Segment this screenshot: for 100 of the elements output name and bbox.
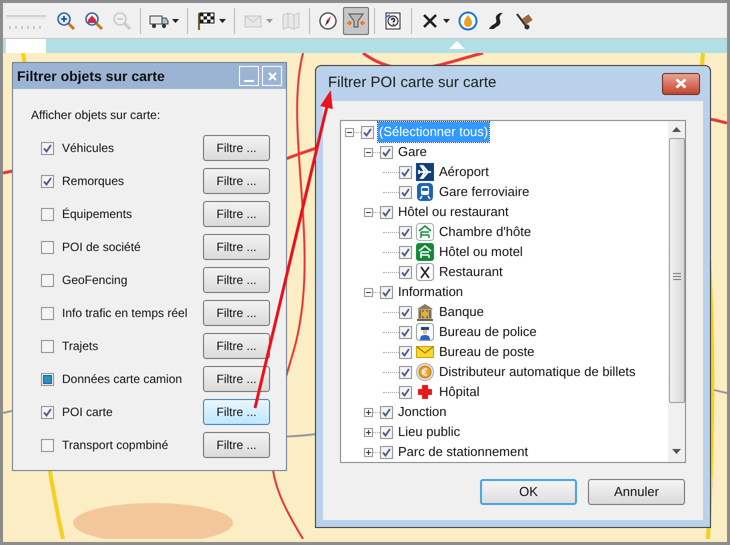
expand-toggle-icon[interactable] bbox=[364, 408, 373, 416]
filter-button[interactable]: Filtre ... bbox=[203, 366, 270, 392]
ok-button[interactable]: OK bbox=[480, 479, 577, 505]
caret-icon bbox=[172, 18, 179, 22]
checkbox[interactable] bbox=[380, 206, 393, 218]
coin-icon bbox=[416, 363, 434, 381]
grip-icon bbox=[672, 273, 680, 280]
tree-item[interactable]: Hôpital bbox=[438, 382, 480, 402]
hotel-bed-icon bbox=[416, 243, 434, 261]
dialog-heading: Afficher objets sur carte: bbox=[31, 108, 160, 122]
medical-cross-icon bbox=[416, 383, 434, 401]
checkbox[interactable] bbox=[361, 126, 374, 138]
tree-item[interactable]: Hôtel ou restaurant bbox=[397, 202, 510, 222]
checkbox[interactable] bbox=[399, 346, 412, 358]
collapse-toggle-icon[interactable] bbox=[364, 148, 373, 156]
checkbox[interactable] bbox=[41, 438, 54, 452]
close-icon bbox=[268, 72, 276, 80]
tree-item[interactable]: Bureau de police bbox=[438, 322, 538, 342]
compass-icon bbox=[318, 10, 338, 30]
minimize-icon bbox=[244, 80, 254, 82]
checkbox[interactable] bbox=[399, 186, 412, 198]
zoom-out-icon bbox=[112, 10, 132, 30]
checkbox-label: POI carte bbox=[62, 404, 114, 421]
checkbox[interactable] bbox=[399, 246, 412, 258]
checkbox-label: POI de société bbox=[62, 239, 142, 256]
checkbox-label: Transport copmbiné bbox=[62, 437, 170, 454]
magnifier-house-icon bbox=[84, 10, 104, 30]
checkbox[interactable] bbox=[41, 372, 54, 386]
collapse-toggle-icon[interactable] bbox=[345, 128, 354, 136]
checkbox[interactable] bbox=[41, 340, 54, 352]
filter-button[interactable]: Filtre ... bbox=[203, 399, 270, 425]
checkbox[interactable] bbox=[41, 208, 54, 220]
checkbox-label: Données carte camion bbox=[62, 371, 184, 388]
checkbox[interactable] bbox=[399, 386, 412, 398]
folded-map-icon bbox=[281, 10, 301, 30]
checkered-flag-icon bbox=[196, 10, 216, 30]
checkbox-label: Équipements bbox=[62, 206, 134, 223]
filter-button[interactable]: Filtre ... bbox=[203, 300, 270, 326]
scroll-up-icon[interactable] bbox=[672, 127, 681, 132]
airplane-icon bbox=[416, 163, 434, 181]
dialog-title: Filtrer objets sur carte bbox=[17, 66, 166, 86]
tree-item[interactable]: Restaurant bbox=[438, 262, 504, 282]
checkbox[interactable] bbox=[399, 306, 412, 318]
close-icon bbox=[675, 78, 687, 89]
checkbox[interactable] bbox=[380, 146, 393, 158]
fork-knife-icon bbox=[416, 263, 434, 281]
expand-toggle-icon[interactable] bbox=[364, 448, 373, 456]
scrollbar-thumb[interactable] bbox=[668, 138, 684, 403]
checkbox-label: Info trafic en temps réel bbox=[62, 305, 188, 322]
tree-item[interactable]: Gare ferroviaire bbox=[438, 182, 530, 202]
checkbox[interactable] bbox=[41, 240, 54, 254]
filter-button[interactable]: Filtre ... bbox=[203, 333, 270, 359]
checkbox[interactable] bbox=[380, 446, 393, 458]
filter-button[interactable]: Filtre ... bbox=[203, 168, 270, 194]
collapse-toggle-icon[interactable] bbox=[364, 208, 373, 216]
checkbox[interactable] bbox=[399, 266, 412, 278]
checkbox[interactable] bbox=[41, 174, 54, 188]
filter-button[interactable]: Filtre ... bbox=[203, 135, 270, 161]
tree-item[interactable]: Information bbox=[397, 282, 464, 302]
filter-icon bbox=[346, 10, 366, 30]
checkbox[interactable] bbox=[380, 426, 393, 438]
checkbox-label: Trajets bbox=[62, 338, 100, 355]
tree-item[interactable]: Bureau de poste bbox=[438, 342, 536, 362]
tree-item[interactable]: Hôtel ou motel bbox=[438, 242, 524, 262]
checkbox[interactable] bbox=[41, 406, 54, 418]
filter-button[interactable]: Filtre ... bbox=[203, 201, 270, 227]
tree-item[interactable]: Aéroport bbox=[438, 162, 490, 182]
checkbox[interactable] bbox=[399, 326, 412, 338]
checkbox[interactable] bbox=[41, 274, 54, 286]
envelope-icon bbox=[416, 343, 434, 361]
checkbox[interactable] bbox=[380, 406, 393, 418]
tree-item[interactable]: Distributeur automatique de billets bbox=[438, 362, 637, 382]
tree-item[interactable]: Parc de stationnement bbox=[397, 442, 530, 462]
close-button[interactable] bbox=[662, 72, 700, 94]
checkbox[interactable] bbox=[41, 306, 54, 320]
checkbox[interactable] bbox=[380, 286, 393, 298]
tree-item[interactable]: Jonction bbox=[397, 402, 448, 422]
tree-item[interactable]: Gare bbox=[397, 142, 428, 162]
help-page-icon bbox=[383, 10, 403, 30]
police-officer-icon bbox=[416, 323, 434, 341]
checkbox[interactable] bbox=[399, 366, 412, 378]
scroll-down-icon[interactable] bbox=[672, 449, 681, 454]
checkbox[interactable] bbox=[399, 166, 412, 178]
caret-icon bbox=[443, 18, 450, 22]
tree-item[interactable]: Lieu public bbox=[397, 422, 462, 442]
tree-item[interactable]: Banque bbox=[438, 302, 485, 322]
house-bed-icon bbox=[416, 223, 434, 241]
expand-toggle-icon[interactable] bbox=[364, 428, 373, 436]
tree-item[interactable]: Chambre d'hôte bbox=[438, 222, 532, 242]
filter-button[interactable]: Filtre ... bbox=[203, 432, 270, 458]
filter-button[interactable]: Filtre ... bbox=[203, 234, 270, 260]
drop-icon bbox=[458, 10, 478, 30]
checkbox-label: Véhicules bbox=[62, 140, 116, 157]
cancel-button[interactable]: Annuler bbox=[588, 479, 685, 505]
dialog-title: Filtrer POI carte sur carte bbox=[328, 73, 498, 94]
checkbox[interactable] bbox=[41, 142, 54, 154]
triangle-marker-icon bbox=[449, 41, 465, 49]
collapse-toggle-icon[interactable] bbox=[364, 288, 373, 296]
checkbox[interactable] bbox=[399, 226, 412, 238]
filter-button[interactable]: Filtre ... bbox=[203, 267, 270, 293]
